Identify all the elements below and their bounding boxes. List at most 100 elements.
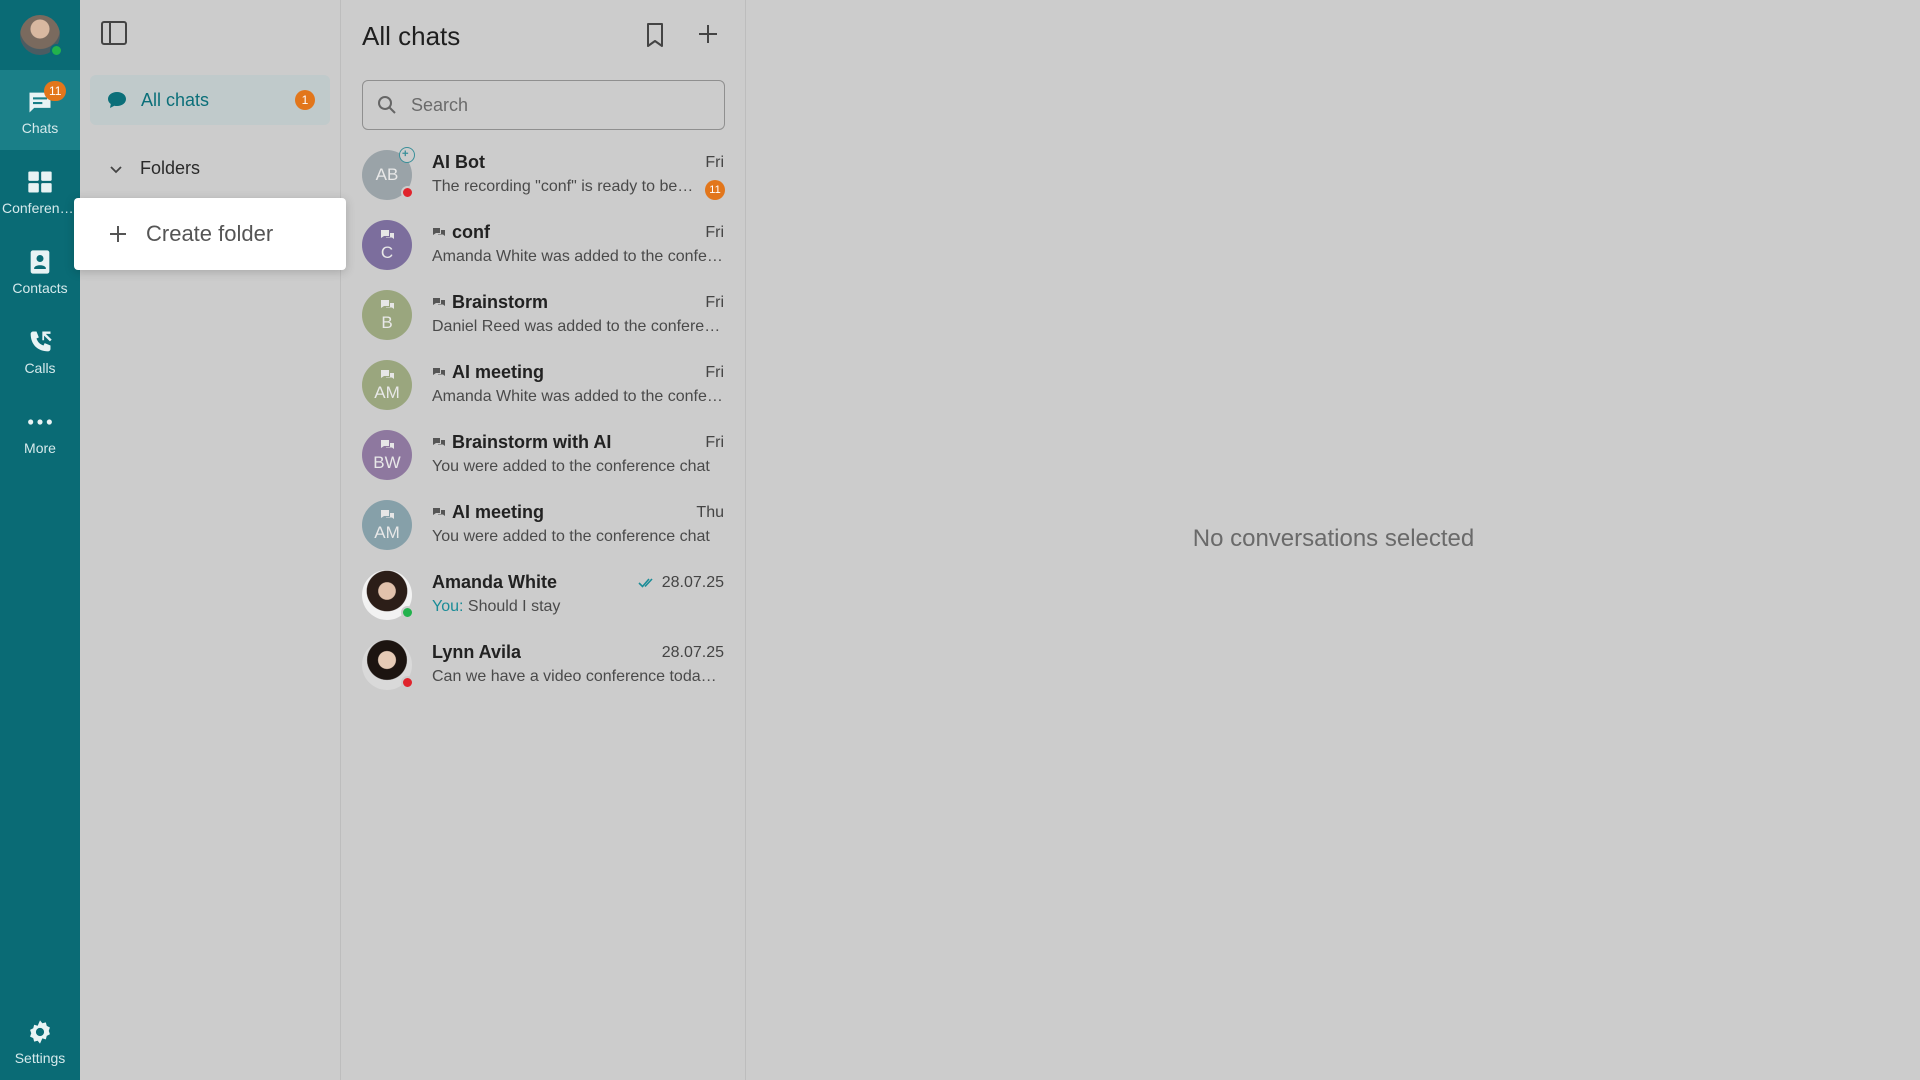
folders-toggle[interactable]: Folders: [108, 158, 200, 179]
chats-unread-badge: 11: [44, 81, 67, 101]
offline-status-dot: [401, 676, 414, 689]
bookmark-icon[interactable]: [643, 22, 667, 48]
chat-name: AI meeting: [452, 362, 545, 382]
contact-photo-avatar: [362, 570, 414, 620]
chat-preview: You were added to the conference chat: [432, 528, 710, 545]
chevron-down-icon: [110, 165, 122, 173]
chat-date: 28.07.25: [662, 644, 724, 662]
chat-avatar: C: [362, 220, 412, 270]
bot-add-icon: [399, 147, 415, 163]
chat-row-brainstorm-with-ai[interactable]: BW Brainstorm with AI Fri You were added…: [341, 420, 745, 490]
unread-badge: 11: [705, 180, 725, 200]
avatar-initials: AM: [374, 383, 400, 402]
chat-preview: Daniel Reed was added to the conferen...: [432, 318, 724, 335]
chat-name-line: AI meeting Thu: [432, 502, 724, 523]
chat-name: Lynn Avila: [432, 642, 522, 662]
chat-row-brainstorm[interactable]: B Brainstorm Fri Daniel Reed was added t…: [341, 280, 745, 350]
chat-date: Fri: [705, 224, 724, 242]
rail-label-conferences: Conferences: [2, 200, 78, 216]
chat-date-text: Thu: [696, 503, 724, 521]
group-chat-icon: [381, 230, 394, 239]
chat-name: AI meeting: [452, 502, 545, 522]
plus-icon: [110, 226, 126, 242]
chat-preview: Can we have a video conference today ...: [432, 668, 724, 685]
chat-name-line: conf Fri: [432, 222, 724, 243]
chat-bubble-icon: [108, 92, 126, 108]
rail-item-chats[interactable]: Chats 11: [0, 70, 80, 150]
avatar-initials: AB: [375, 165, 399, 184]
online-status-dot: [50, 44, 63, 57]
chat-list-title: All chats: [362, 21, 461, 51]
rail-item-calls[interactable]: Calls: [0, 310, 80, 390]
group-chat-icon: [381, 300, 394, 309]
chat-row-amanda-white[interactable]: Amanda White 28.07.25 You: Should I stay: [341, 560, 745, 630]
rail-label-chats: Chats: [21, 120, 59, 136]
search-box[interactable]: [362, 80, 725, 130]
you-prefix: You:: [432, 598, 464, 615]
conference-chat-icon: [433, 437, 445, 446]
chat-name-line: Lynn Avila 28.07.25: [432, 642, 724, 663]
rail-item-settings[interactable]: Settings: [0, 1000, 80, 1080]
chat-preview: You were added to the conference chat: [432, 458, 710, 475]
chat-row-ai-bot[interactable]: AB AI Bot Fri The recording "conf" is re…: [341, 140, 745, 210]
contact-photo-avatar: [362, 640, 414, 690]
chat-name-line: AI meeting Fri: [432, 362, 724, 383]
rail-label-contacts: Contacts: [12, 280, 68, 296]
group-chat-icon: [381, 370, 394, 379]
chat-date: Fri: [705, 294, 724, 312]
group-chat-icon: [381, 440, 394, 449]
search-input[interactable]: [409, 93, 709, 117]
rail-label-calls: Calls: [24, 360, 56, 376]
rail-item-contacts[interactable]: Contacts: [0, 230, 80, 310]
chat-date-text: 28.07.25: [661, 573, 724, 591]
new-chat-plus-icon[interactable]: [696, 22, 720, 46]
double-check-icon: [638, 577, 653, 588]
chat-date: Fri: [705, 364, 724, 382]
chat-avatar: AM: [362, 500, 412, 550]
conference-chat-icon: [433, 507, 445, 516]
rail-item-conferences[interactable]: Conferences: [0, 150, 80, 230]
chat-row-ai-meeting[interactable]: AM AI meeting Fri Amanda White was added…: [341, 350, 745, 420]
chat-avatar: B: [362, 290, 412, 340]
chat-date: 28.07.25: [638, 574, 724, 592]
folders-pane: All chats 1 Folders: [80, 0, 341, 1080]
chat-name: Amanda White: [432, 572, 558, 592]
chat-preview: You: Should I stay: [432, 598, 724, 616]
folder-item-all-chats[interactable]: All chats 1: [90, 75, 330, 125]
conference-chat-icon: [433, 297, 445, 306]
chat-avatar: BW: [362, 430, 412, 480]
rail-label-settings: Settings: [14, 1050, 66, 1066]
more-icon: [28, 419, 52, 425]
chat-date-text: Fri: [705, 363, 724, 381]
conference-chat-icon: [433, 227, 445, 236]
rail-item-more[interactable]: More: [0, 390, 80, 470]
nav-rail: Chats 11 Conferences Contacts Calls More…: [0, 0, 80, 1080]
conference-icon: [28, 171, 52, 193]
chat-preview-text: Should I stay: [467, 598, 561, 615]
chat-date: Fri: [705, 154, 724, 172]
chat-preview: Amanda White was added to the confer...: [432, 388, 724, 405]
conversation-pane: No conversations selected: [747, 0, 1920, 1080]
rail-label-more: More: [24, 440, 56, 456]
chat-date: Fri: [705, 434, 724, 452]
chat-date: Thu: [696, 504, 724, 522]
chat-row-lynn-avila[interactable]: Lynn Avila 28.07.25 Can we have a video …: [341, 630, 745, 700]
chat-name: conf: [452, 222, 490, 242]
chat-date-text: 28.07.25: [661, 643, 724, 661]
chat-date-text: Fri: [705, 433, 724, 451]
chat-preview: The recording "conf" is ready to be t...: [432, 178, 696, 195]
chat-name-line: Brainstorm Fri: [432, 292, 724, 313]
chat-row-conf[interactable]: C conf Fri Amanda White was added to the…: [341, 210, 745, 280]
chat-preview: Amanda White was added to the confer...: [432, 248, 724, 265]
create-folder-button[interactable]: Create folder: [74, 198, 346, 270]
chat-row-ai-meeting-2[interactable]: AM AI meeting Thu You were added to the …: [341, 490, 745, 560]
search-icon: [378, 96, 396, 114]
sidebar-toggle-icon[interactable]: [100, 20, 128, 46]
folders-title: Folders: [140, 158, 201, 178]
chat-list-pane: All chats AB AI Bot Fri The recording "c…: [341, 0, 746, 1080]
user-avatar[interactable]: [20, 15, 63, 57]
chat-name: AI Bot: [432, 152, 485, 172]
avatar-initials: B: [381, 313, 393, 332]
all-chats-label: All chats: [141, 89, 210, 110]
gear-icon: [30, 1020, 50, 1044]
